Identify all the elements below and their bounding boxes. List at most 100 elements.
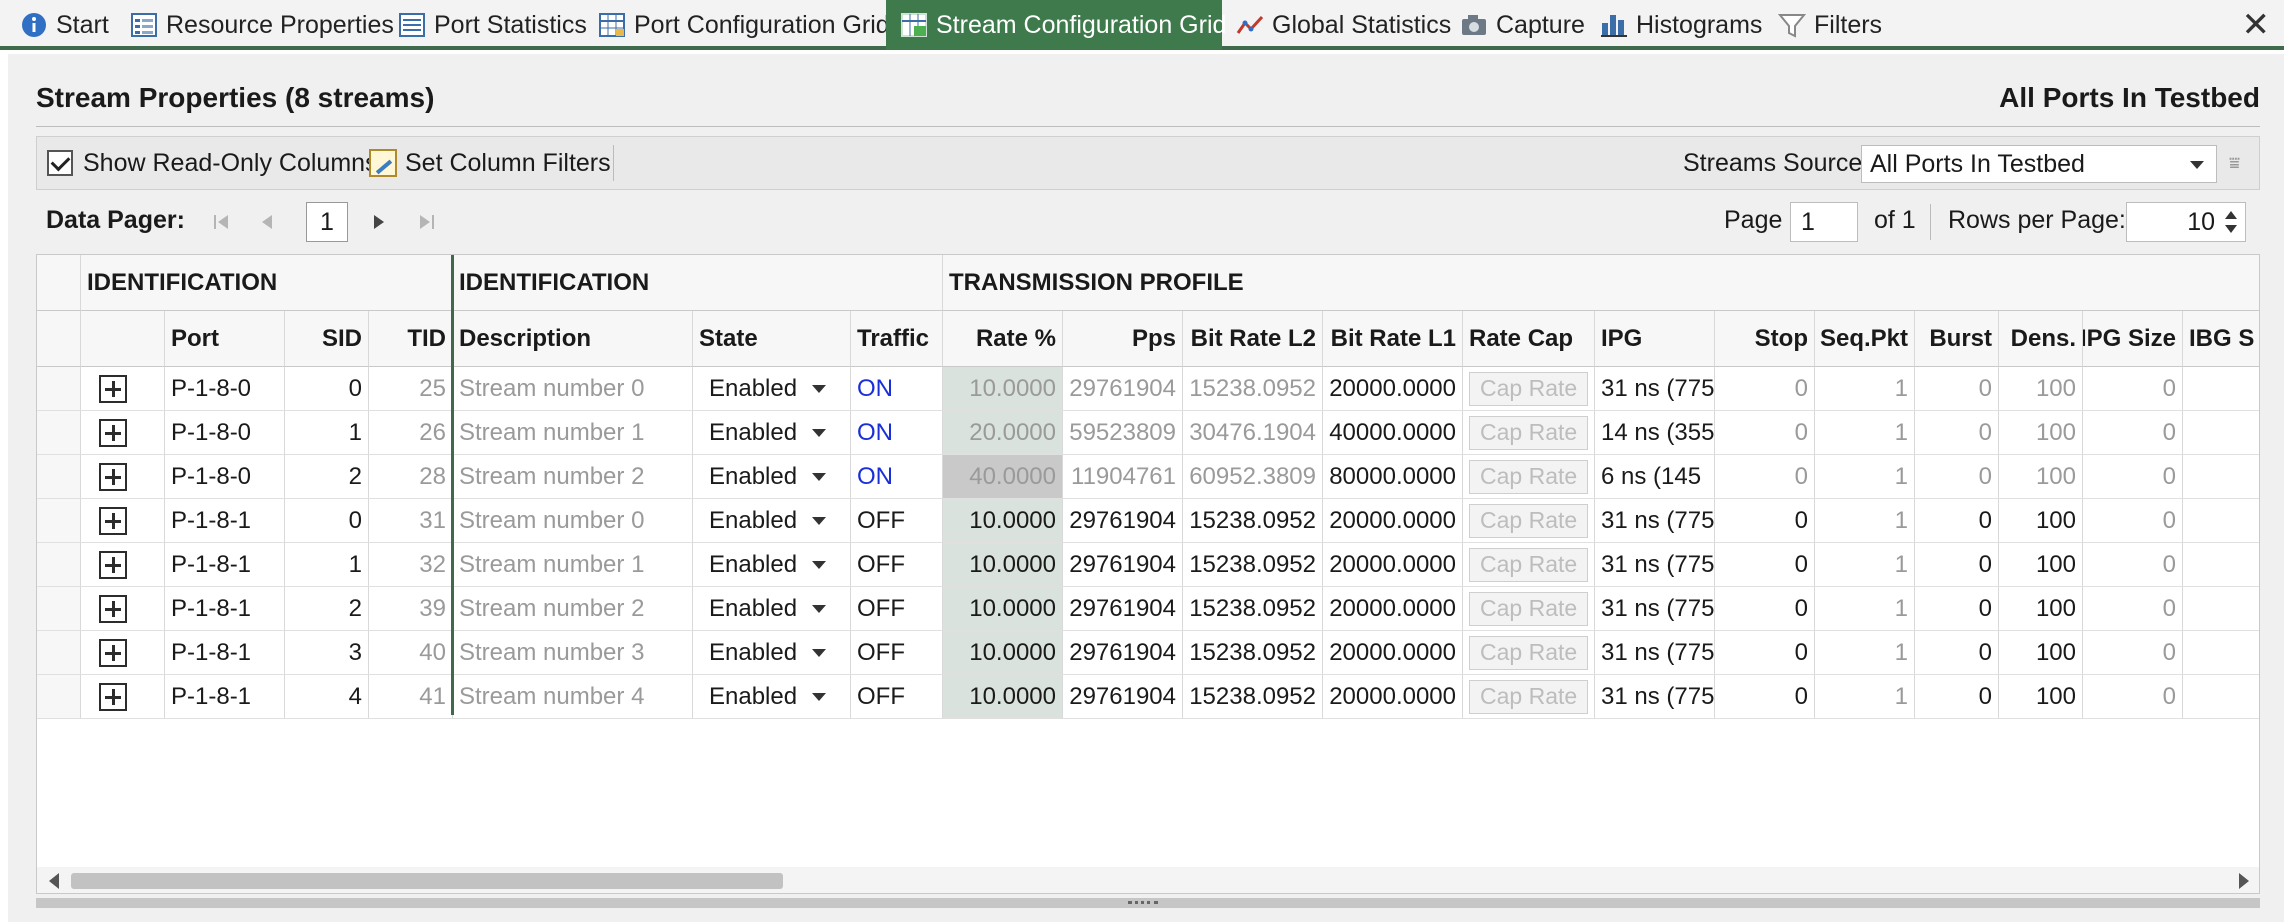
set-column-filters-button[interactable]: Set Column Filters (369, 137, 611, 189)
stepper-down-icon[interactable] (2225, 225, 2237, 233)
page-number-input[interactable]: 1 (1790, 202, 1858, 242)
bit-rate-l1-cell[interactable]: 80000.0000 (1323, 455, 1463, 499)
column-header-burst[interactable]: Burst (1915, 311, 1999, 367)
state-dropdown[interactable]: Enabled (693, 367, 851, 411)
expand-icon[interactable] (99, 638, 127, 667)
next-page-icon[interactable] (370, 212, 390, 232)
previous-page-icon[interactable] (258, 212, 278, 232)
column-header-ipg[interactable]: IPG (1595, 311, 1715, 367)
table-row[interactable]: P-1-8-1 0 31 Stream number 0 Enabled OFF 10.00… (37, 499, 2259, 543)
column-header-pps[interactable]: Pps (1063, 311, 1183, 367)
cap-rate-button[interactable]: Cap Rate (1469, 459, 1589, 494)
rate-percent-cell[interactable]: 10.0000 (943, 587, 1063, 631)
expand-icon[interactable] (99, 462, 127, 491)
tab-port-configuration-grid[interactable]: Port Configuration Grid (584, 0, 890, 50)
close-icon[interactable]: ✕ (2242, 6, 2271, 44)
table-row[interactable]: P-1-8-0 2 28 Stream number 2 Enabled ON 40.000… (37, 455, 2259, 499)
cap-rate-button[interactable]: Cap Rate (1469, 679, 1589, 714)
tab-global-statistics[interactable]: Global Statistics (1222, 0, 1451, 50)
description-cell[interactable]: Stream number 2 (453, 455, 693, 499)
cap-rate-button[interactable]: Cap Rate (1469, 591, 1589, 626)
column-header-description[interactable]: Description (453, 311, 693, 367)
rate-percent-cell[interactable]: 40.0000 (943, 455, 1063, 499)
column-header-port[interactable]: Port (165, 311, 285, 367)
column-header-ipg-size[interactable]: IPG Size (2083, 311, 2183, 367)
column-header-stop[interactable]: Stop (1715, 311, 1815, 367)
description-cell[interactable]: Stream number 0 (453, 367, 693, 411)
scrollbar-thumb[interactable] (71, 873, 783, 889)
last-page-icon[interactable] (416, 212, 436, 232)
description-cell[interactable]: Stream number 3 (453, 631, 693, 675)
rate-percent-cell[interactable]: 10.0000 (943, 675, 1063, 719)
table-row[interactable]: P-1-8-1 1 32 Stream number 1 Enabled OFF 10.00… (37, 543, 2259, 587)
description-cell[interactable]: Stream number 0 (453, 499, 693, 543)
table-row[interactable]: P-1-8-1 3 40 Stream number 3 Enabled OFF 10.00… (37, 631, 2259, 675)
tab-start[interactable]: Start (6, 0, 116, 50)
tab-filters[interactable]: Filters (1764, 0, 1882, 50)
cap-rate-button[interactable]: Cap Rate (1469, 503, 1589, 538)
description-cell[interactable]: Stream number 1 (453, 411, 693, 455)
table-row[interactable]: P-1-8-0 1 26 Stream number 1 Enabled ON 20.000… (37, 411, 2259, 455)
column-header-seq-pkt[interactable]: Seq.Pkt (1815, 311, 1915, 367)
bit-rate-l1-cell[interactable]: 20000.0000 (1323, 587, 1463, 631)
current-page-button[interactable]: 1 (306, 202, 348, 242)
state-dropdown[interactable]: Enabled (693, 675, 851, 719)
column-header-traffic[interactable]: Traffic (851, 311, 943, 367)
traffic-cell[interactable]: OFF (851, 675, 943, 719)
state-dropdown[interactable]: Enabled (693, 631, 851, 675)
cap-rate-button[interactable]: Cap Rate (1469, 371, 1589, 406)
rate-percent-cell[interactable]: 20.0000 (943, 411, 1063, 455)
expand-icon[interactable] (99, 374, 127, 403)
column-header-state[interactable]: State (693, 311, 851, 367)
column-header-tid[interactable]: TID (369, 311, 453, 367)
toolbar-overflow-icon[interactable]: ⩸ (2229, 137, 2240, 189)
state-dropdown[interactable]: Enabled (693, 543, 851, 587)
table-row[interactable]: P-1-8-0 0 25 Stream number 0 Enabled ON 10.000… (37, 367, 2259, 411)
bit-rate-l1-cell[interactable]: 20000.0000 (1323, 675, 1463, 719)
column-header-rate-cap[interactable]: Rate Cap (1463, 311, 1595, 367)
rows-per-page-stepper[interactable]: 10 (2126, 202, 2246, 242)
rate-percent-cell[interactable]: 10.0000 (943, 631, 1063, 675)
expand-icon[interactable] (99, 506, 127, 535)
column-header-bit-rate-l2[interactable]: Bit Rate L2 (1183, 311, 1323, 367)
bit-rate-l1-cell[interactable]: 20000.0000 (1323, 543, 1463, 587)
first-page-icon[interactable] (212, 212, 232, 232)
traffic-cell[interactable]: OFF (851, 499, 943, 543)
description-cell[interactable]: Stream number 1 (453, 543, 693, 587)
rate-percent-cell[interactable]: 10.0000 (943, 367, 1063, 411)
scroll-right-icon[interactable] (2239, 873, 2249, 889)
column-header-ibg-size[interactable]: IBG S (2183, 311, 2259, 367)
column-header-density[interactable]: Dens. (1999, 311, 2083, 367)
tab-capture[interactable]: Capture (1446, 0, 1586, 50)
tab-histograms[interactable]: Histograms (1586, 0, 1764, 50)
expand-icon[interactable] (99, 682, 127, 711)
bit-rate-l1-cell[interactable]: 40000.0000 (1323, 411, 1463, 455)
bit-rate-l1-cell[interactable]: 20000.0000 (1323, 367, 1463, 411)
column-header-rate-percent[interactable]: Rate % (943, 311, 1063, 367)
table-row[interactable]: P-1-8-1 4 41 Stream number 4 Enabled OFF 10.00… (37, 675, 2259, 719)
rate-percent-cell[interactable]: 10.0000 (943, 543, 1063, 587)
stepper-up-icon[interactable] (2225, 211, 2237, 219)
tab-stream-configuration-grid[interactable]: Stream Configuration Grid (886, 0, 1226, 50)
tab-resource-properties[interactable]: Resource Properties (116, 0, 394, 50)
traffic-cell[interactable]: OFF (851, 631, 943, 675)
cap-rate-button[interactable]: Cap Rate (1469, 415, 1589, 450)
state-dropdown[interactable]: Enabled (693, 499, 851, 543)
show-readonly-toggle[interactable]: Show Read-Only Columns (47, 137, 378, 189)
horizontal-scrollbar[interactable] (37, 867, 2259, 893)
cap-rate-button[interactable]: Cap Rate (1469, 635, 1589, 670)
tab-port-statistics[interactable]: Port Statistics (384, 0, 587, 50)
state-dropdown[interactable]: Enabled (693, 455, 851, 499)
cap-rate-button[interactable]: Cap Rate (1469, 547, 1589, 582)
description-cell[interactable]: Stream number 2 (453, 587, 693, 631)
panel-splitter[interactable] (36, 898, 2260, 908)
bit-rate-l1-cell[interactable]: 20000.0000 (1323, 499, 1463, 543)
expand-icon[interactable] (99, 550, 127, 579)
traffic-cell[interactable]: ON (851, 455, 943, 499)
grip-icon[interactable] (1128, 901, 1158, 905)
bit-rate-l1-cell[interactable]: 20000.0000 (1323, 631, 1463, 675)
state-dropdown[interactable]: Enabled (693, 411, 851, 455)
traffic-cell[interactable]: OFF (851, 587, 943, 631)
scroll-left-icon[interactable] (49, 873, 59, 889)
table-row[interactable]: P-1-8-1 2 39 Stream number 2 Enabled OFF 10.00… (37, 587, 2259, 631)
